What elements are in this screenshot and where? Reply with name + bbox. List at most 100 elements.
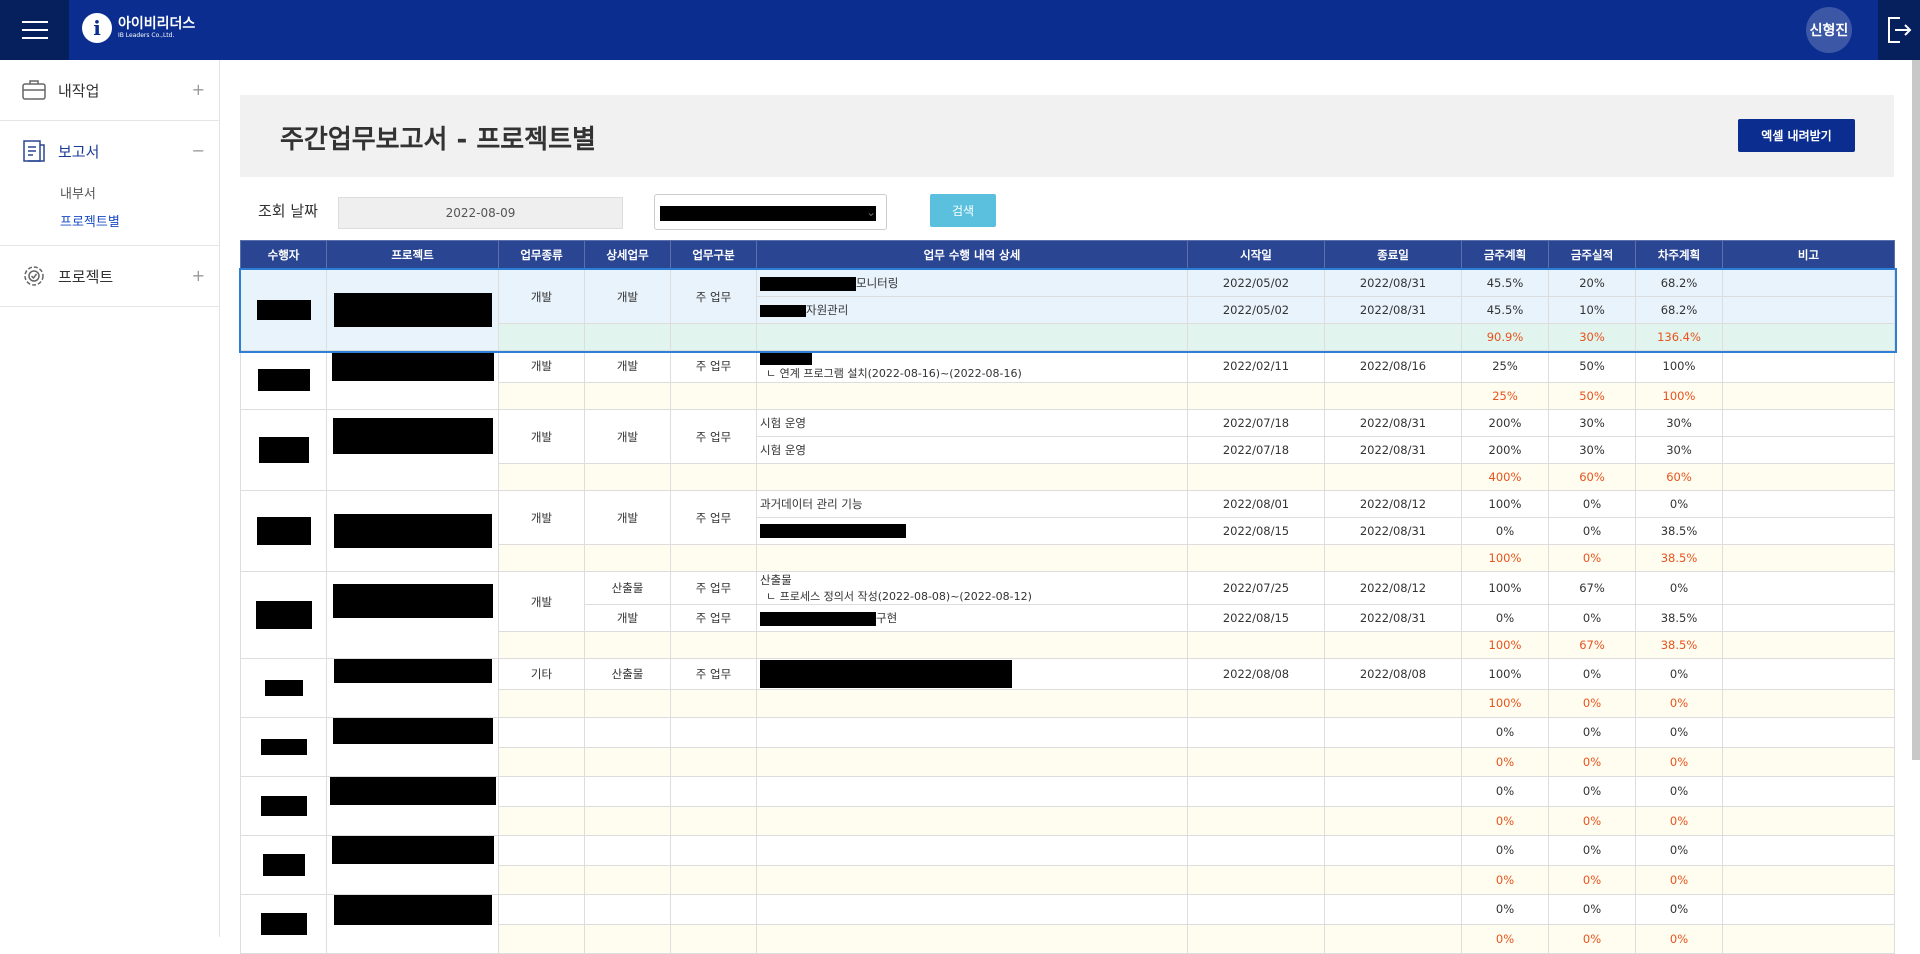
next-week-plan-cell: 0%	[1635, 658, 1723, 690]
task-text: 산출물	[760, 573, 792, 587]
expand-icon[interactable]: +	[192, 80, 205, 99]
sidebar-item-projects[interactable]: 프로젝트 +	[0, 246, 219, 307]
collapse-icon[interactable]: −	[192, 141, 205, 160]
next-week-plan-cell: 68.2%	[1635, 269, 1723, 297]
table-row[interactable]: 개발 개발 주 업무 시험 운영 2022/07/18 2022/08/31 2…	[240, 409, 1895, 491]
this-week-actual-cell: 0%	[1548, 717, 1636, 748]
task-subtext: ㄴ 프로세스 정의서 작성(2022-08-08)~(2022-08-12)	[766, 590, 1032, 603]
this-week-plan-cell: 0%	[1461, 835, 1549, 866]
company-logo[interactable]: i 아이비리더스 IB Leaders Co.,Ltd.	[82, 13, 195, 43]
this-week-plan-cell: 45.5%	[1461, 296, 1549, 324]
sum-plan-cell: 100%	[1461, 544, 1549, 572]
sum-actual-cell: 0%	[1548, 864, 1636, 895]
next-week-plan-cell: 0%	[1635, 571, 1723, 605]
redacted-value	[332, 418, 493, 454]
table-row[interactable]: 개발 개발 주 업무 과거데이터 관리 기능 2022/08/01 2022/0…	[240, 490, 1895, 572]
detail-work-cell: 개발	[584, 409, 671, 464]
report-table: 수행자 프로젝트 업무종류 상세업무 업무구분 업무 수행 내역 상세 시작일 …	[238, 240, 1897, 954]
search-button[interactable]: 검색	[930, 194, 996, 227]
start-date-cell: 2022/07/18	[1187, 436, 1325, 464]
top-bar: i 아이비리더스 IB Leaders Co.,Ltd. 신형진	[0, 0, 1920, 60]
next-week-plan-cell: 30%	[1635, 436, 1723, 464]
column-header: 시작일	[1187, 240, 1325, 270]
work-type-cell: 개발	[498, 350, 585, 383]
column-header: 업무 수행 내역 상세	[756, 240, 1188, 270]
next-week-plan-cell: 0%	[1635, 835, 1723, 866]
table-group[interactable]: 개발 개발 주 업무 모니터링 2022/05/02 2022/08/31 45…	[238, 267, 1897, 353]
column-header: 금주계획	[1461, 240, 1549, 270]
sum-actual-cell: 50%	[1548, 381, 1636, 411]
note-cell	[1722, 269, 1895, 297]
table-row[interactable]: 0% 0% 0%	[240, 717, 1895, 777]
date-input[interactable]	[338, 197, 623, 229]
start-date-cell: 2022/08/01	[1187, 490, 1325, 518]
work-type-cell: 개발	[498, 269, 585, 324]
excel-download-button[interactable]: 엑셀 내려받기	[1738, 119, 1855, 152]
end-date-cell: 2022/08/31	[1324, 604, 1462, 632]
detail-work-cell: 개발	[584, 604, 671, 632]
chevron-down-icon: ⌄	[865, 205, 876, 219]
sum-plan-cell: 0%	[1461, 805, 1549, 836]
task-text: 구현	[876, 611, 898, 625]
column-header: 종료일	[1324, 240, 1462, 270]
end-date-cell: 2022/08/12	[1324, 571, 1462, 605]
table-row[interactable]: 0% 0% 0%	[240, 835, 1895, 895]
work-type-cell: 기타	[498, 658, 585, 690]
table-group[interactable]: 개발 개발 주 업무 시험 운영 2022/07/18 2022/08/31 2…	[240, 409, 1895, 491]
user-avatar[interactable]: 신형진	[1806, 7, 1852, 53]
table-group[interactable]: 개발 개발 주 업무 ㄴ 연계 프로그램 설치(2022-08-16)~(202…	[240, 350, 1895, 411]
sidebar-item-my-work[interactable]: 내작업 +	[0, 60, 219, 121]
task-detail-cell: 구현	[756, 604, 1188, 632]
table-row[interactable]: 0% 0% 0%	[240, 894, 1895, 954]
this-week-plan-cell: 25%	[1461, 350, 1549, 383]
briefcase-icon	[22, 80, 46, 100]
sidebar-sub-item-department[interactable]: 내부서	[60, 181, 219, 209]
table-group[interactable]: 0% 0% 0% 0% 0% 0%	[240, 776, 1895, 836]
table-row[interactable]: 개발 산출물 주 업무 산출물 ㄴ 프로세스 정의서 작성(2022-08-08)…	[240, 571, 1895, 659]
sum-actual-cell: 60%	[1548, 463, 1636, 491]
this-week-plan-cell: 0%	[1461, 604, 1549, 632]
logo-mark: i	[82, 13, 112, 43]
table-row[interactable]: 개발 개발 주 업무 모니터링 2022/05/02 2022/08/31 45…	[240, 269, 1895, 351]
table-group[interactable]: 개발 개발 주 업무 과거데이터 관리 기능 2022/08/01 2022/0…	[240, 490, 1895, 572]
start-date-cell: 2022/08/15	[1187, 517, 1325, 545]
task-detail-cell	[756, 517, 1188, 545]
expand-icon[interactable]: +	[192, 266, 205, 285]
redacted-value	[760, 524, 906, 539]
start-date-cell: 2022/07/25	[1187, 571, 1325, 605]
sum-plan-cell: 90.9%	[1461, 323, 1549, 351]
task-detail-cell	[756, 658, 1188, 690]
table-row[interactable]: 개발 개발 주 업무 ㄴ 연계 프로그램 설치(2022-08-16)~(202…	[240, 350, 1895, 410]
table-row[interactable]: 0% 0% 0%	[240, 776, 1895, 836]
this-week-actual-cell: 30%	[1548, 436, 1636, 464]
scrollbar[interactable]	[1912, 60, 1920, 760]
sum-actual-cell: 0%	[1548, 544, 1636, 572]
table-group[interactable]: 0% 0% 0% 0% 0% 0%	[240, 894, 1895, 954]
task-text: 모니터링	[856, 276, 899, 290]
this-week-actual-cell: 0%	[1548, 894, 1636, 925]
end-date-cell: 2022/08/31	[1324, 436, 1462, 464]
sum-next-cell: 136.4%	[1635, 323, 1723, 351]
project-select[interactable]: ⌄	[654, 194, 887, 230]
start-date-cell: 2022/07/18	[1187, 409, 1325, 437]
redacted-value	[329, 777, 496, 805]
logout-button[interactable]	[1878, 0, 1920, 60]
next-week-plan-cell: 30%	[1635, 409, 1723, 437]
table-group[interactable]: 0% 0% 0% 0% 0% 0%	[240, 835, 1895, 895]
sum-plan-cell: 0%	[1461, 746, 1549, 777]
sum-plan-cell: 100%	[1461, 631, 1549, 659]
this-week-actual-cell: 0%	[1548, 835, 1636, 866]
redacted-value	[332, 718, 493, 744]
menu-button[interactable]	[0, 0, 69, 60]
sidebar-item-reports[interactable]: 보고서 − 내부서 프로젝트별	[0, 121, 219, 246]
table-row[interactable]: 기타 산출물 주 업무 2022/08/08 2022/08/08 100% 0…	[240, 658, 1895, 718]
this-week-actual-cell: 20%	[1548, 269, 1636, 297]
table-group[interactable]: 개발 산출물 주 업무 산출물 ㄴ 프로세스 정의서 작성(2022-08-08)…	[240, 571, 1895, 659]
sidebar-sub-item-by-project[interactable]: 프로젝트별	[60, 209, 219, 237]
table-group[interactable]: 기타 산출물 주 업무 2022/08/08 2022/08/08 100% 0…	[240, 658, 1895, 719]
table-group[interactable]: 0% 0% 0% 0% 0% 0%	[240, 717, 1895, 777]
redacted-value	[333, 514, 492, 548]
sum-next-cell: 38.5%	[1635, 631, 1723, 659]
end-date-cell: 2022/08/12	[1324, 490, 1462, 518]
work-division-cell: 주 업무	[670, 409, 757, 464]
